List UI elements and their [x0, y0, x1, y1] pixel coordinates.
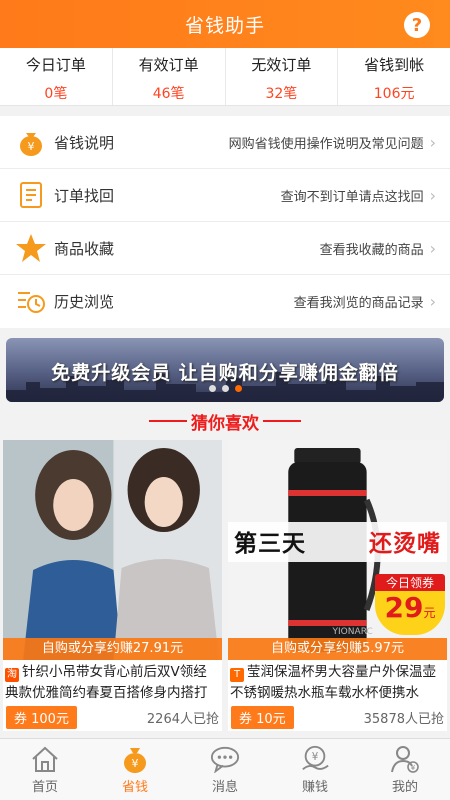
- chevron-right-icon: ›: [429, 185, 436, 205]
- tab-profile[interactable]: ¥ 我的: [360, 739, 450, 800]
- menu-item-savings-guide[interactable]: ¥ 省钱说明 网购省钱使用操作说明及常见问题 ›: [0, 116, 450, 169]
- carousel-dot[interactable]: [221, 385, 229, 392]
- product-title[interactable]: 淘针织小吊带女背心前后双V领经典款优雅简约春夏百搭修身内搭打: [3, 660, 222, 704]
- chevron-right-icon: ›: [429, 292, 436, 311]
- money-bag-icon: ¥: [14, 125, 48, 159]
- badge-price: 29: [384, 591, 424, 624]
- star-icon: [14, 231, 48, 265]
- promo-text-right: 还烫嘴: [369, 531, 441, 557]
- earn-label: 自购或分享约赚5.97元: [228, 638, 447, 660]
- price-badge-label: 今日领券: [375, 574, 445, 591]
- tab-label: 消息: [211, 780, 238, 795]
- stat-label: 省钱到帐: [364, 56, 425, 74]
- stat-savings-received[interactable]: 省钱到帐 106元: [338, 48, 450, 105]
- chevron-right-icon: ›: [429, 238, 436, 258]
- history-icon: [14, 285, 48, 319]
- product-image[interactable]: YIONARC 第三天 还烫嘴 今日领券 29元 自购或分享约赚5.97元: [228, 440, 447, 660]
- earn-icon: ¥: [300, 744, 330, 774]
- tab-label: 省钱: [121, 780, 148, 795]
- page-title: 省钱助手: [184, 14, 265, 37]
- bottom-tab-bar: 首页 ¥ 省钱 消息 ¥ 赚钱 ¥ 我的: [0, 738, 450, 800]
- promo-banner[interactable]: 免费升级会员 让自购和分享赚佣金翻倍: [6, 338, 444, 402]
- taobao-icon: 淘: [5, 668, 19, 682]
- svg-text:¥: ¥: [28, 140, 35, 153]
- chevron-right-icon: ›: [429, 132, 436, 152]
- svg-text:YIONARC: YIONARC: [331, 627, 372, 637]
- carousel-dots: [6, 377, 444, 396]
- svg-text:¥: ¥: [411, 764, 416, 772]
- menu-item-label: 商品收藏: [54, 239, 115, 258]
- document-icon: [14, 178, 48, 212]
- stat-valid-orders[interactable]: 有效订单 46笔: [113, 48, 226, 105]
- product-title[interactable]: T 莹润保温杯男大容量户外保温壶不锈钢暖热水瓶车载水杯便携水: [228, 660, 447, 704]
- product-card[interactable]: 自购或分享约赚27.91元 淘针织小吊带女背心前后双V领经典款优雅简约春夏百搭修…: [3, 440, 222, 731]
- menu-item-desc: 网购省钱使用操作说明及常见问题: [228, 136, 424, 152]
- coupon-badge[interactable]: 券 10元: [231, 706, 294, 729]
- menu-item-order-recovery[interactable]: 订单找回 查询不到订单请点这找回 ›: [0, 169, 450, 222]
- product-grid: 自购或分享约赚27.91元 淘针织小吊带女背心前后双V领经典款优雅简约春夏百搭修…: [0, 440, 450, 731]
- product-card[interactable]: YIONARC 第三天 还烫嘴 今日领券 29元 自购或分享约赚5.97元 T莹…: [228, 440, 447, 731]
- product-meta: 券 100元 2264人已抢: [3, 704, 222, 731]
- menu-item-label: 订单找回: [54, 186, 115, 205]
- stat-label: 无效订单: [251, 56, 312, 74]
- section-title: 猜你喜欢: [191, 413, 259, 434]
- tab-label: 我的: [391, 780, 418, 795]
- app-header: 省钱助手 ?: [0, 0, 450, 48]
- earn-label: 自购或分享约赚27.91元: [3, 638, 222, 660]
- price-badge: 今日领券 29元: [375, 574, 445, 636]
- order-stats: 今日订单 0笔 有效订单 46笔 无效订单 32笔 省钱到帐 106元: [0, 48, 450, 106]
- stat-label: 今日订单: [25, 56, 86, 74]
- product-meta: 券 10元 35878人已抢: [228, 704, 447, 731]
- tab-label: 首页: [31, 780, 58, 795]
- tmall-icon: T: [230, 668, 244, 682]
- feature-menu: ¥ 省钱说明 网购省钱使用操作说明及常见问题 › 订单找回 查询不到订单请点这找…: [0, 116, 450, 328]
- divider: [263, 420, 301, 422]
- coupon-badge[interactable]: 券 100元: [6, 706, 77, 729]
- tab-label: 赚钱: [301, 780, 328, 795]
- stat-label: 有效订单: [138, 56, 199, 74]
- svg-text:¥: ¥: [132, 757, 139, 770]
- divider: [149, 420, 187, 422]
- profile-icon: ¥: [390, 744, 420, 774]
- price-badge-value: 29元: [375, 591, 445, 635]
- stat-value: 32笔: [265, 86, 298, 102]
- promo-text-left: 第三天: [234, 531, 306, 557]
- product-image[interactable]: 自购或分享约赚27.91元: [3, 440, 222, 660]
- stat-invalid-orders[interactable]: 无效订单 32笔: [226, 48, 339, 105]
- stat-value: 46笔: [152, 86, 185, 102]
- stat-value: 106元: [373, 86, 415, 102]
- menu-item-label: 历史浏览: [54, 293, 115, 311]
- tab-savings[interactable]: ¥ 省钱: [90, 739, 180, 800]
- sold-count: 35878人已抢: [363, 712, 444, 727]
- menu-item-favorites[interactable]: 商品收藏 查看我收藏的商品 ›: [0, 222, 450, 275]
- message-icon: [210, 744, 240, 774]
- menu-item-desc: 查询不到订单请点这找回: [280, 189, 424, 205]
- tab-messages[interactable]: 消息: [180, 739, 270, 800]
- menu-item-history[interactable]: 历史浏览 查看我浏览的商品记录 ›: [0, 275, 450, 328]
- tab-earn[interactable]: ¥ 赚钱: [270, 739, 360, 800]
- section-header: 猜你喜欢: [0, 402, 450, 440]
- svg-text:¥: ¥: [312, 751, 319, 763]
- home-icon: [30, 744, 60, 774]
- carousel-dot[interactable]: [208, 385, 216, 392]
- badge-unit: 元: [423, 606, 436, 620]
- menu-item-desc: 查看我浏览的商品记录: [293, 296, 424, 311]
- sold-count: 2264人已抢: [146, 712, 219, 727]
- tab-home[interactable]: 首页: [0, 739, 90, 800]
- question-icon[interactable]: ?: [404, 12, 430, 38]
- money-bag-icon: ¥: [120, 744, 150, 774]
- product-title-text: 莹润保温杯男大容量户外保温壶不锈钢暖热水瓶车载水杯便携水: [230, 664, 436, 701]
- product-title-text: 针织小吊带女背心前后双V领经典款优雅简约春夏百搭修身内搭打: [5, 664, 208, 701]
- stat-value: 0笔: [44, 86, 68, 102]
- carousel-dot-active[interactable]: [234, 385, 242, 392]
- menu-item-label: 省钱说明: [54, 133, 115, 152]
- stat-today-orders[interactable]: 今日订单 0笔: [0, 48, 113, 105]
- menu-item-desc: 查看我收藏的商品: [319, 242, 424, 258]
